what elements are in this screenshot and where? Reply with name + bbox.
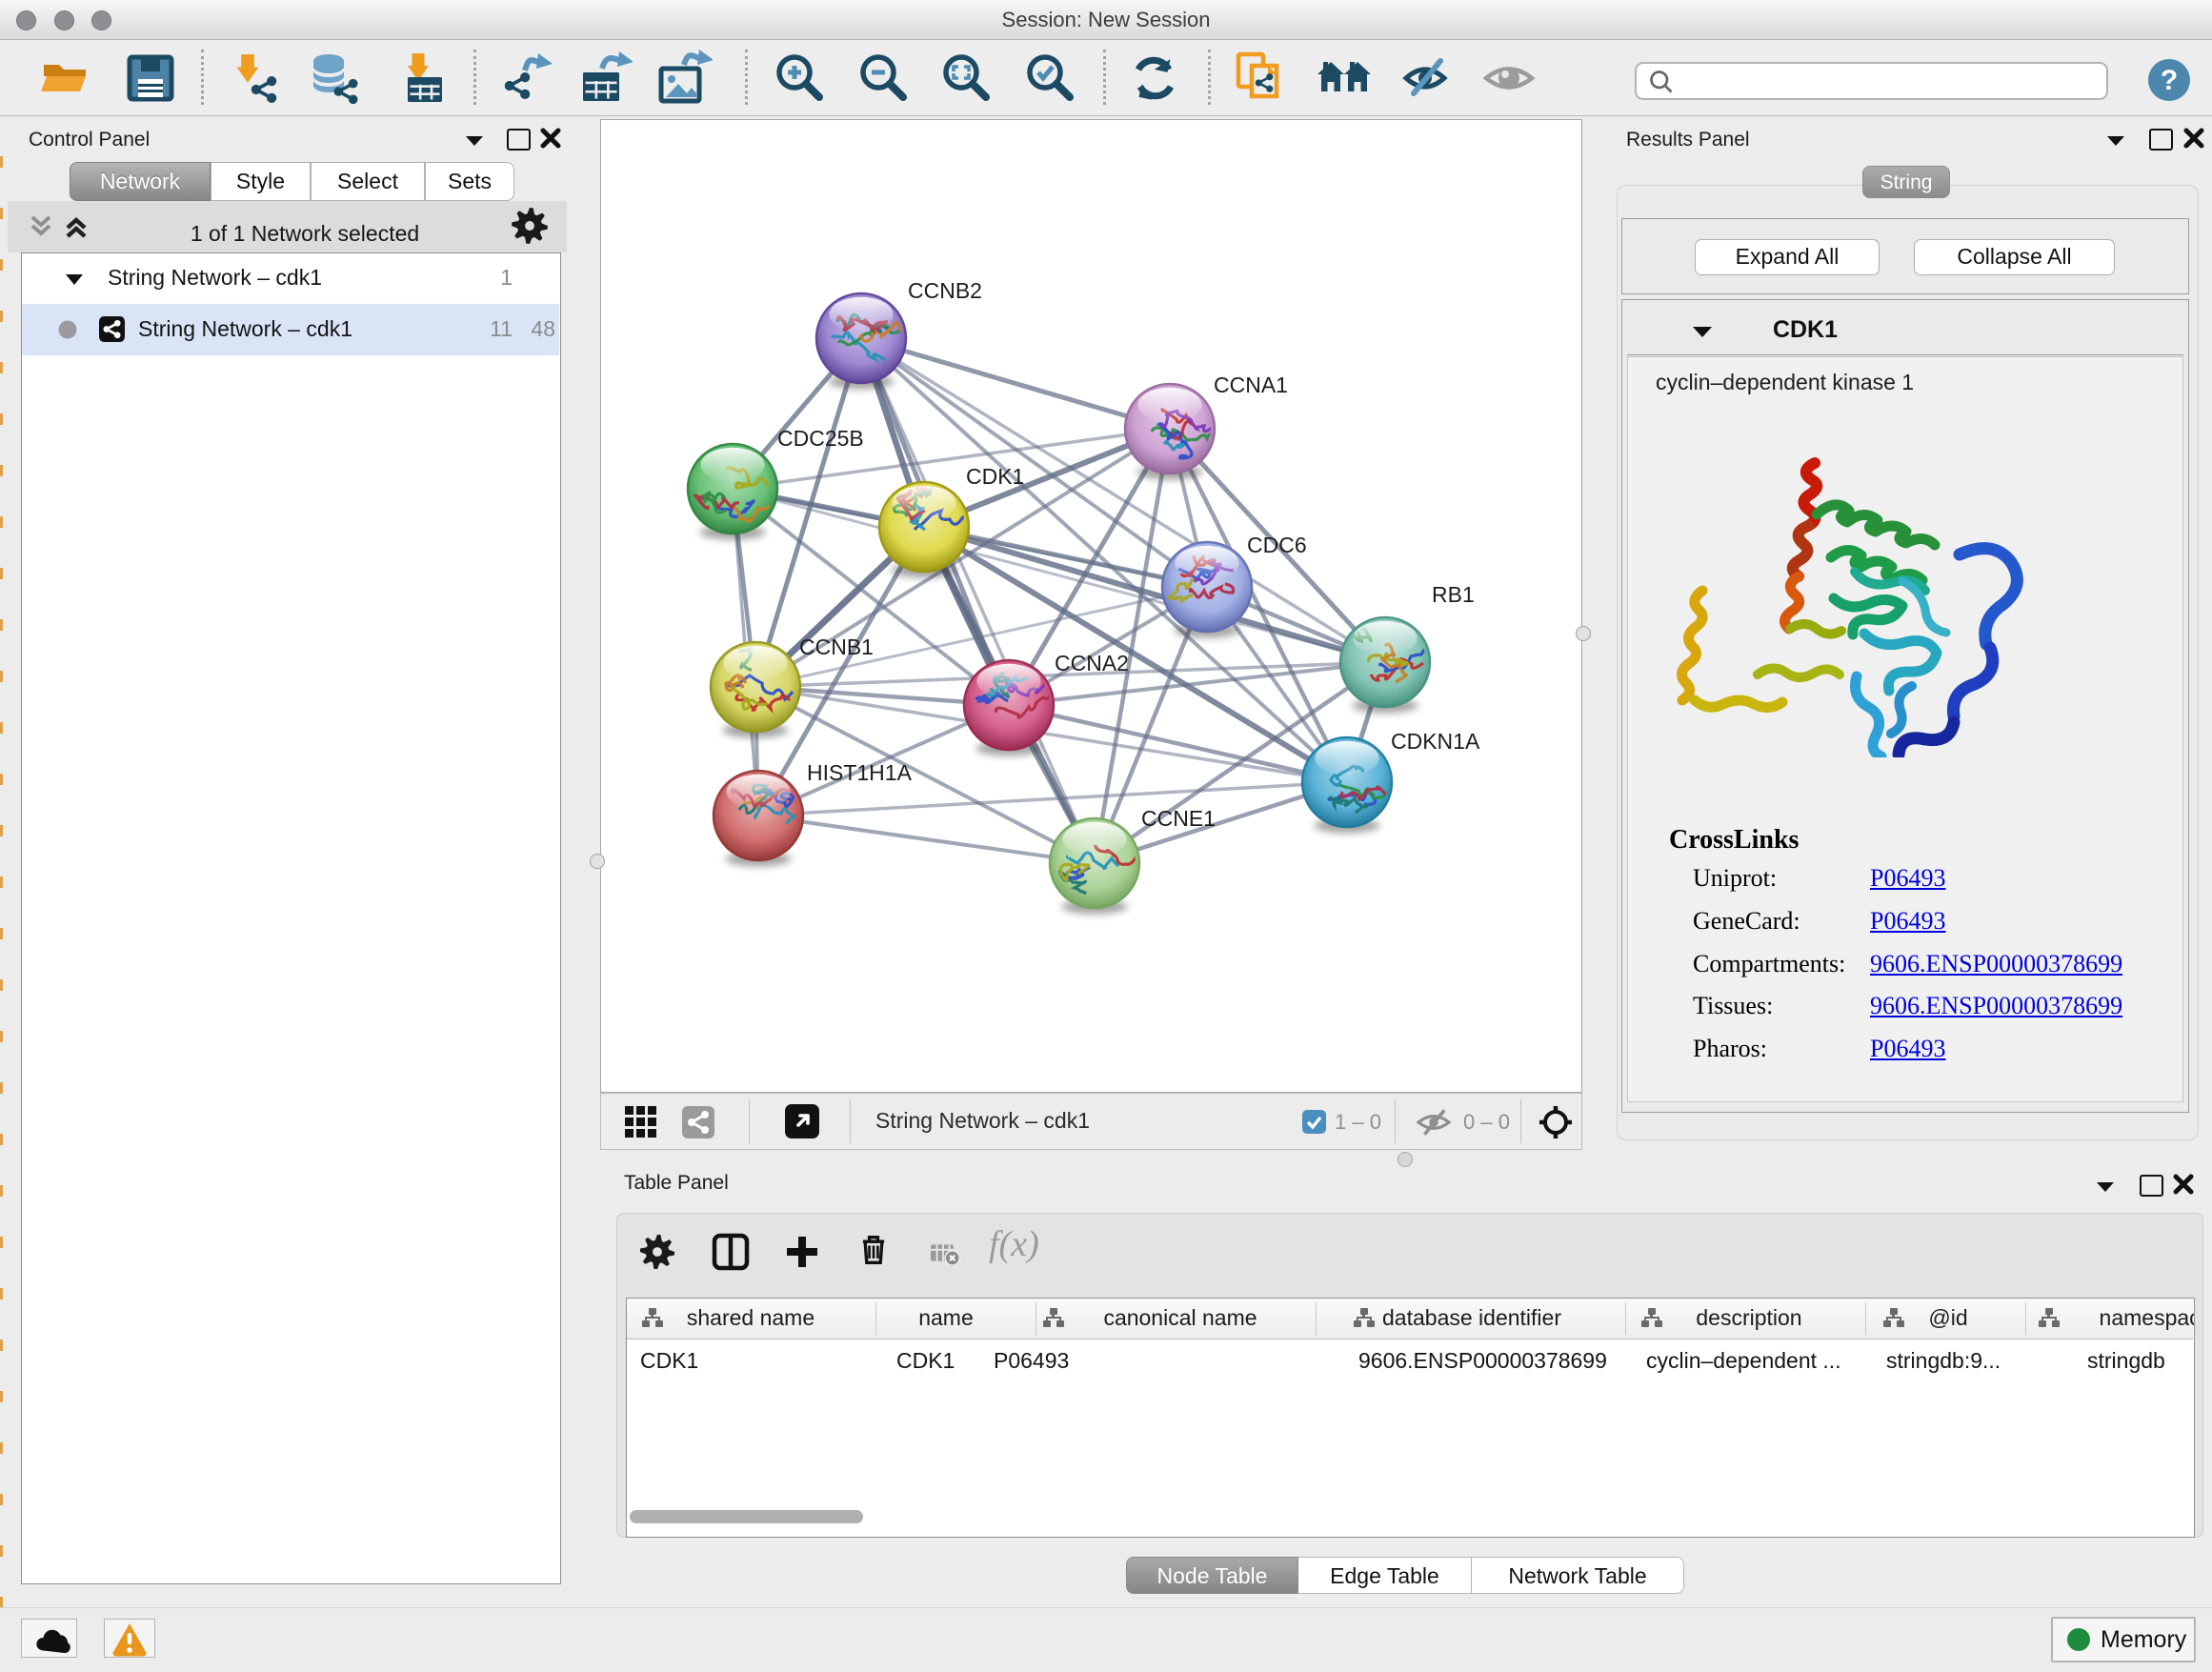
svg-text:RB1: RB1 <box>1432 582 1475 607</box>
svg-text:CCNB2: CCNB2 <box>908 278 982 303</box>
svg-text:CDC6: CDC6 <box>1247 533 1307 557</box>
svg-text:CDC25B: CDC25B <box>777 426 864 451</box>
svg-text:HIST1H1A: HIST1H1A <box>807 760 913 785</box>
svg-text:CCNA2: CCNA2 <box>1055 651 1129 675</box>
svg-text:CCNA1: CCNA1 <box>1214 373 1288 397</box>
svg-text:CDK1: CDK1 <box>966 464 1024 489</box>
svg-text:CCNE1: CCNE1 <box>1141 806 1216 831</box>
svg-text:?: ? <box>2161 65 2178 96</box>
svg-text:CDKN1A: CDKN1A <box>1391 729 1480 754</box>
svg-text:CCNB1: CCNB1 <box>799 635 874 659</box>
